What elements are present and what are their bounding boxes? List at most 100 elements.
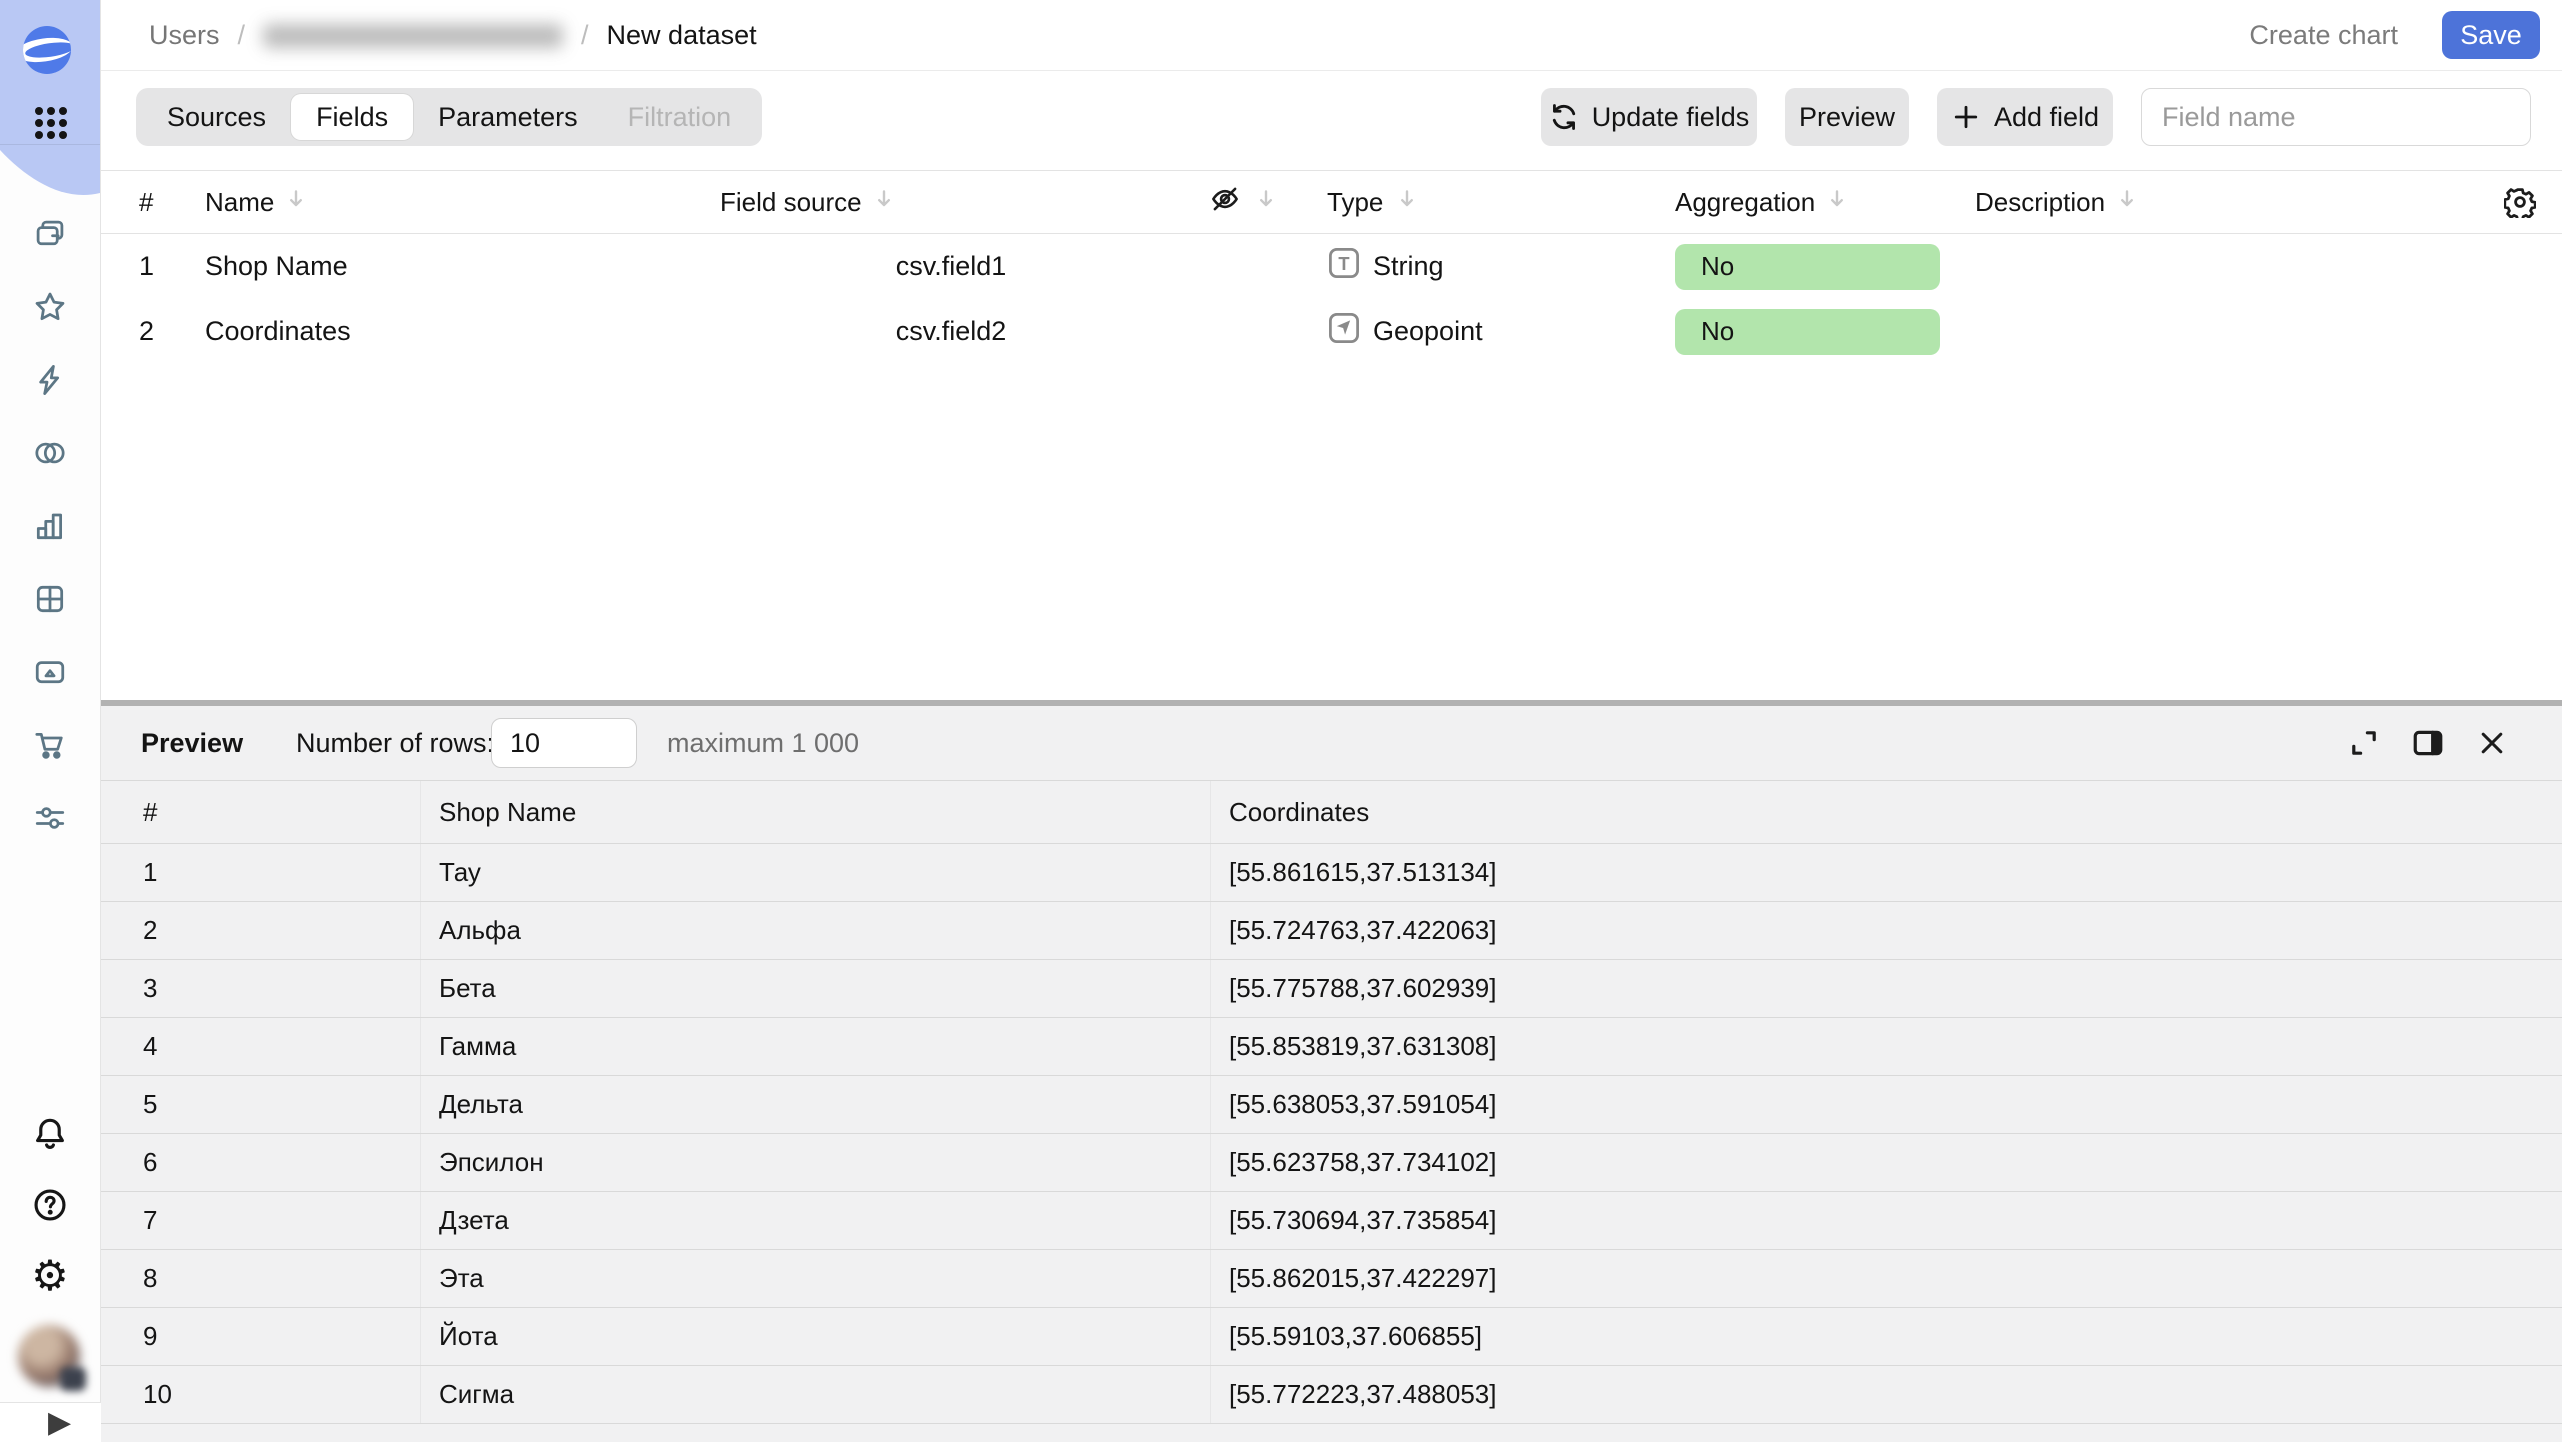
sidebar-item-dashboards[interactable] xyxy=(28,577,72,621)
preview-header-index: # xyxy=(101,781,421,843)
tab-parameters[interactable]: Parameters xyxy=(413,88,603,146)
star-icon xyxy=(33,290,67,324)
sort-arrow-icon[interactable] xyxy=(872,187,896,218)
preview-cell-coords: [55.853819,37.631308] xyxy=(1211,1018,2562,1075)
sidebar-item-charts[interactable] xyxy=(28,504,72,548)
preview-title: Preview xyxy=(141,706,243,780)
field-type-selector[interactable]: T String xyxy=(1291,246,1661,287)
split-view-icon xyxy=(2411,726,2445,760)
preview-row: 2 Альфа [55.724763,37.422063] xyxy=(101,902,2562,960)
breadcrumb: Users / / New dataset xyxy=(149,0,757,71)
sidebar-item-datasets[interactable] xyxy=(28,650,72,694)
settings-button[interactable]: ⚙ xyxy=(28,1254,72,1298)
sliders-icon xyxy=(33,801,67,835)
svg-text:T: T xyxy=(1338,253,1349,274)
preview-cell-coords: [55.59103,37.606855] xyxy=(1211,1308,2562,1365)
sidebar-item-services[interactable] xyxy=(28,796,72,840)
preview-cell-coords: [55.623758,37.734102] xyxy=(1211,1134,2562,1191)
sort-arrow-icon[interactable] xyxy=(2115,187,2139,218)
preview-cell-shop: Гамма xyxy=(421,1018,1211,1075)
field-name-search-input[interactable] xyxy=(2141,88,2531,146)
preview-cell-shop: Йота xyxy=(421,1308,1211,1365)
preview-cell-index: 7 xyxy=(101,1192,421,1249)
preview-cell-coords: [55.772223,37.488053] xyxy=(1211,1366,2562,1423)
field-index: 2 xyxy=(101,316,191,347)
field-aggregation-cell: No xyxy=(1661,244,1961,290)
preview-cell-coords: [55.861615,37.513134] xyxy=(1211,844,2562,901)
two-circles-icon xyxy=(33,436,67,470)
aggregation-pill[interactable]: No xyxy=(1675,244,1940,290)
sidebar-item-marketplace[interactable] xyxy=(28,723,72,767)
rows-count-label: Number of rows: xyxy=(296,706,494,780)
sidebar-item-favorites[interactable] xyxy=(28,285,72,329)
preview-toolbar: Preview Number of rows: maximum 1 000 xyxy=(101,706,2562,780)
rows-count-input[interactable] xyxy=(491,718,637,768)
dashboard-grid-icon xyxy=(33,582,67,616)
sort-arrow-icon[interactable] xyxy=(1254,187,1278,218)
preview-cell-coords: [55.724763,37.422063] xyxy=(1211,902,2562,959)
folder-icon xyxy=(33,655,67,689)
preview-table-header: # Shop Name Coordinates xyxy=(101,780,2562,844)
table-settings-button[interactable] xyxy=(2451,186,2562,218)
header-name[interactable]: Name xyxy=(191,187,706,218)
gear-icon: ⚙ xyxy=(31,1254,69,1298)
tab-fields[interactable]: Fields xyxy=(291,94,413,140)
rows-max-hint: maximum 1 000 xyxy=(667,706,859,780)
preview-row: 10 Сигма [55.772223,37.488053] xyxy=(101,1366,2562,1424)
question-circle-icon xyxy=(32,1187,68,1223)
add-field-button[interactable]: Add field xyxy=(1937,88,2113,146)
field-name[interactable]: Coordinates xyxy=(191,316,706,347)
preview-toggle-button[interactable]: Preview xyxy=(1785,88,1909,146)
preview-cell-shop: Сигма xyxy=(421,1366,1211,1423)
create-chart-link[interactable]: Create chart xyxy=(2249,0,2398,71)
avatar-badge xyxy=(60,1367,86,1391)
breadcrumb-item-blurred-email[interactable] xyxy=(263,24,563,48)
bell-icon xyxy=(32,1116,68,1152)
expand-arrow-icon: ▶ xyxy=(48,1408,71,1438)
user-avatar[interactable] xyxy=(18,1325,82,1389)
sidebar-divider xyxy=(0,144,100,145)
header-description[interactable]: Description xyxy=(1961,187,2451,218)
field-type-selector[interactable]: Geopoint xyxy=(1291,311,1661,352)
sidebar-nav xyxy=(0,212,100,840)
hidden-eye-icon xyxy=(1210,184,1240,221)
breadcrumb-separator: / xyxy=(581,20,589,51)
preview-cell-shop: Эта xyxy=(421,1250,1211,1307)
save-button[interactable]: Save xyxy=(2442,11,2540,59)
tab-filtration: Filtration xyxy=(603,88,757,146)
header-visibility[interactable] xyxy=(1196,184,1291,221)
refresh-icon xyxy=(1549,102,1579,132)
preview-cell-shop: Бета xyxy=(421,960,1211,1017)
preview-cell-shop: Альфа xyxy=(421,902,1211,959)
sidebar-expand-button[interactable]: ▶ xyxy=(0,1402,101,1442)
sort-arrow-icon[interactable] xyxy=(284,187,308,218)
header-type[interactable]: Type xyxy=(1291,187,1661,218)
preview-cell-shop: Дельта xyxy=(421,1076,1211,1133)
sidebar-item-collections[interactable] xyxy=(28,212,72,256)
preview-fullscreen-button[interactable] xyxy=(2346,725,2382,761)
sidebar-bottom: ⚙ xyxy=(0,1112,100,1389)
preview-close-button[interactable] xyxy=(2474,725,2510,761)
preview-cell-coords: [55.730694,37.735854] xyxy=(1211,1192,2562,1249)
preview-dock-right-button[interactable] xyxy=(2410,725,2446,761)
aggregation-pill[interactable]: No xyxy=(1675,309,1940,355)
datalens-logo[interactable] xyxy=(23,26,71,74)
sidebar-item-editor[interactable] xyxy=(28,358,72,402)
sidebar-item-connections[interactable] xyxy=(28,431,72,475)
header-aggregation[interactable]: Aggregation xyxy=(1661,187,1961,218)
preview-header-shop-name: Shop Name xyxy=(421,781,1211,843)
sort-arrow-icon[interactable] xyxy=(1395,187,1419,218)
tab-sources[interactable]: Sources xyxy=(142,88,291,146)
sort-arrow-icon[interactable] xyxy=(1825,187,1849,218)
preview-header-coordinates: Coordinates xyxy=(1211,781,2562,843)
breadcrumb-item-users[interactable]: Users xyxy=(149,20,220,51)
notifications-button[interactable] xyxy=(28,1112,72,1156)
field-name[interactable]: Shop Name xyxy=(191,251,706,282)
preview-cell-index: 3 xyxy=(101,960,421,1017)
update-fields-button[interactable]: Update fields xyxy=(1541,88,1757,146)
apps-menu-button[interactable] xyxy=(31,103,71,143)
expand-icon xyxy=(2347,726,2381,760)
help-button[interactable] xyxy=(28,1183,72,1227)
header-field-source[interactable]: Field source xyxy=(706,187,1196,218)
add-field-label: Add field xyxy=(1994,102,2099,133)
